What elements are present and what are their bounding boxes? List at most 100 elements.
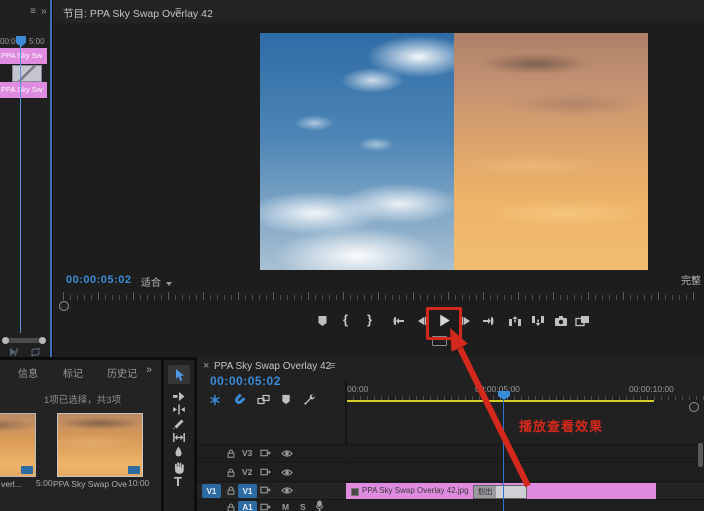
ripple-edit-tool[interactable]: [172, 404, 186, 415]
v3-sync-lock-icon[interactable]: [260, 448, 271, 458]
track-select-forward-tool[interactable]: [172, 391, 186, 402]
program-video-frame: [260, 33, 648, 270]
timeline-tab-label[interactable]: PPA Sky Swap Overlay 42: [214, 361, 331, 372]
linked-selection-icon[interactable]: [257, 394, 270, 405]
project-item-1-thumbnail[interactable]: [0, 413, 36, 477]
project-item-2-duration: 10:00: [128, 478, 149, 488]
project-item-2-badge: [128, 466, 140, 474]
v2-sync-lock-icon[interactable]: [260, 467, 271, 477]
strip-scroll-handle-left[interactable]: [2, 337, 9, 344]
a1-solo-button[interactable]: S: [300, 502, 306, 511]
tab-history[interactable]: 历史记: [107, 365, 141, 380]
project-item-1-duration: 5:00: [36, 478, 53, 488]
track-v2-row: [197, 464, 704, 481]
project-item-1-name[interactable]: verl...: [1, 479, 22, 489]
extract-button[interactable]: [531, 315, 545, 327]
timeline-scroll-handle[interactable]: [689, 402, 699, 412]
project-item-2-name[interactable]: PPA Sky Swap Over...: [53, 479, 127, 489]
v3-lock-icon[interactable]: [226, 448, 236, 459]
strip-play-icon[interactable]: [8, 347, 18, 357]
clip1-fx-icon: [351, 488, 359, 496]
program-playhead-knob[interactable]: [59, 301, 69, 311]
razor-tool[interactable]: [172, 418, 185, 430]
pen-tool[interactable]: [173, 446, 184, 459]
v1-lock-icon[interactable]: [226, 485, 236, 496]
v1-track-badge[interactable]: V1: [238, 484, 257, 498]
v1-eye-icon[interactable]: [281, 486, 293, 495]
comparison-view-button[interactable]: [575, 315, 590, 327]
program-timecode[interactable]: 00:00:05:02: [66, 274, 131, 286]
ruler-label-0: 00:00: [347, 384, 368, 394]
project-overflow-icon[interactable]: »: [146, 364, 152, 376]
strip-ruler-end-label: 5:00: [29, 37, 45, 46]
transition-clip[interactable]: 划出: [473, 485, 527, 499]
program-video-right-sunset-sky: [454, 33, 648, 270]
snap-magnet-icon[interactable]: [233, 394, 245, 406]
clip1-label[interactable]: PPA Sky Swap Overlay 42.jpg: [362, 486, 469, 495]
strip-loop-icon[interactable]: [30, 347, 41, 357]
annotation-text: 播放查看效果: [519, 416, 603, 435]
strip-clip-1-label: PPA Sky Sw: [0, 48, 47, 64]
v2-eye-icon[interactable]: [281, 468, 293, 477]
resolution-dropdown[interactable]: 完整: [681, 272, 701, 287]
program-monitor-panel: 节目: PPA Sky Swap Overlay 42 ≡ 00:00:05:0…: [53, 0, 704, 357]
work-area-bar[interactable]: [346, 400, 654, 402]
v3-eye-icon[interactable]: [281, 449, 293, 458]
type-tool[interactable]: T: [174, 474, 182, 489]
selection-tool[interactable]: [168, 365, 190, 384]
v1-sync-lock-icon[interactable]: [260, 485, 271, 495]
v3-track-label[interactable]: V3: [242, 448, 252, 458]
program-scrub-ruler-major: [63, 292, 697, 300]
panel-overflow-icon[interactable]: »: [41, 6, 47, 17]
project-panel: 信息 标记 历史记 » 1项已选择，共3项 verl... 5:00 PPA S…: [0, 360, 161, 511]
a1-mute-button[interactable]: M: [282, 502, 289, 511]
mark-out-button[interactable]: }: [367, 312, 372, 327]
program-tab-bar: 节目: PPA Sky Swap Overlay 42 ≡: [53, 0, 704, 23]
strip-clip-2[interactable]: PPA Sky Sw: [0, 82, 47, 98]
strip-transition[interactable]: [12, 65, 42, 82]
chevron-down-icon: [166, 282, 172, 286]
program-tab-label[interactable]: 节目: PPA Sky Swap Overlay 42: [63, 6, 213, 21]
ruler-label-10s: 00:00:10:00: [629, 384, 674, 394]
timeline-timecode[interactable]: 00:00:05:02: [210, 374, 281, 388]
a1-track-badge[interactable]: A1: [238, 501, 257, 511]
nest-sequence-icon[interactable]: [209, 394, 221, 406]
strip-playhead-line[interactable]: [20, 46, 21, 333]
v2-track-label[interactable]: V2: [242, 467, 252, 477]
slip-tool[interactable]: [172, 432, 186, 443]
ruler-label-5s: 00:00:05:00: [475, 384, 520, 394]
program-panel-menu-icon[interactable]: ≡: [175, 5, 181, 17]
export-frame-camera-button[interactable]: [554, 315, 568, 327]
strip-clip-1[interactable]: PPA Sky Sw: [0, 48, 47, 64]
tab-info[interactable]: 信息: [18, 365, 38, 380]
timeline-vertical-scrollbar[interactable]: [698, 443, 703, 467]
v2-lock-icon[interactable]: [226, 467, 236, 478]
tools-panel: T: [164, 360, 194, 511]
hand-tool[interactable]: [172, 461, 185, 474]
program-video-left-blue-sky: [260, 33, 454, 270]
timeline-add-marker-icon[interactable]: [281, 394, 291, 405]
go-to-in-button[interactable]: [391, 315, 405, 327]
track-a1-row: [197, 501, 704, 511]
timeline-playhead-line[interactable]: [503, 400, 504, 511]
mark-in-button[interactable]: {: [343, 312, 348, 327]
zoom-level-value: 适合: [141, 278, 161, 289]
left-timeline-strip: ≡ » 00:00 5:00 PPA Sky Sw PPA Sky Sw: [0, 0, 52, 357]
project-item-2-thumbnail[interactable]: [57, 413, 143, 477]
strip-scroll-handle-right[interactable]: [39, 337, 46, 344]
resolution-value: 完整: [681, 276, 701, 287]
timeline-settings-wrench-icon[interactable]: [303, 393, 316, 406]
zoom-level-dropdown[interactable]: 适合: [141, 274, 172, 289]
timeline-panel-menu-icon[interactable]: ≡: [329, 360, 335, 372]
timeline-tab-close-icon[interactable]: ×: [203, 360, 209, 372]
a1-mic-icon[interactable]: [315, 500, 324, 511]
a1-sync-lock-icon[interactable]: [260, 502, 271, 511]
annotation-highlight-box: [426, 307, 462, 340]
source-patch-v1-badge[interactable]: V1: [202, 484, 221, 498]
tab-markers[interactable]: 标记: [63, 365, 83, 380]
go-to-out-button[interactable]: [482, 315, 496, 327]
add-marker-button[interactable]: [317, 315, 328, 327]
panel-menu-icon[interactable]: ≡: [30, 6, 36, 17]
lift-button[interactable]: [508, 315, 522, 327]
a1-lock-icon[interactable]: [226, 502, 236, 511]
